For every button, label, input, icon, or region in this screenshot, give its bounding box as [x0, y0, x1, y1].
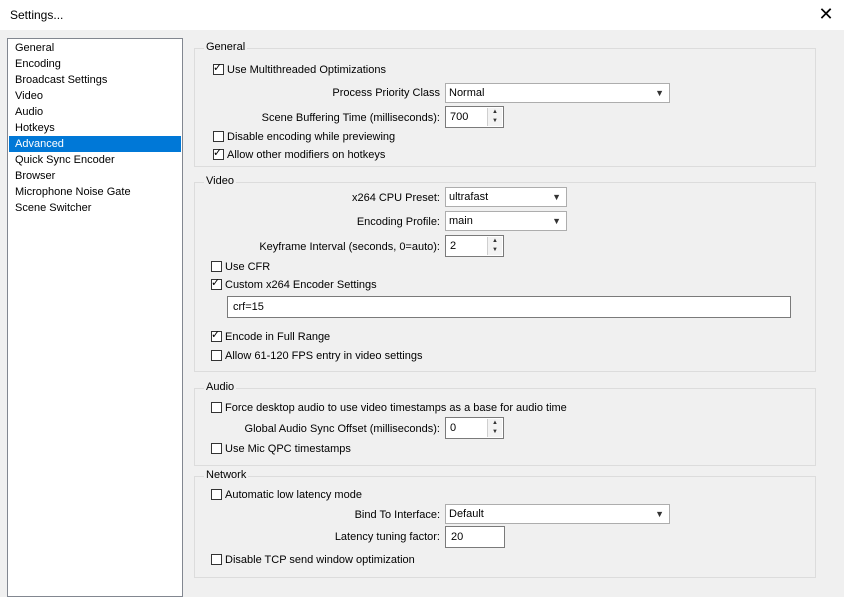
low-latency-checkbox[interactable]: Automatic low latency mode: [211, 488, 362, 502]
chevron-down-icon: ▼: [655, 88, 664, 98]
profile-select[interactable]: main ▼: [445, 211, 567, 231]
bind-interface-select[interactable]: Default ▼: [445, 504, 670, 524]
mic-qpc-label: Use Mic QPC timestamps: [225, 443, 351, 455]
sidebar-item-scene-switcher[interactable]: Scene Switcher: [9, 200, 181, 216]
preset-label: x264 CPU Preset:: [351, 192, 440, 204]
general-group: General ✓ Use Multithreaded Optimizations…: [194, 41, 816, 167]
checkbox-box: [213, 131, 224, 142]
network-group-label: Network: [204, 469, 249, 481]
checkmark-icon: ✓: [211, 329, 221, 341]
checkbox-box: [211, 350, 222, 361]
checkbox-box: [211, 402, 222, 413]
checkmark-icon: ✓: [213, 147, 223, 159]
profile-value: main: [449, 215, 473, 227]
sidebar-item-microphone-noise-gate[interactable]: Microphone Noise Gate: [9, 184, 181, 200]
checkmark-icon: ✓: [213, 62, 223, 74]
checkbox-box: ✓: [213, 62, 224, 75]
close-icon[interactable]: ✕: [812, 2, 840, 26]
arrow-up-icon[interactable]: ▲: [488, 108, 502, 117]
checkbox-box: [211, 443, 222, 454]
checkbox-box: [211, 261, 222, 272]
chevron-down-icon: ▼: [552, 216, 561, 226]
bind-interface-label: Bind To Interface:: [354, 509, 440, 521]
sidebar-item-broadcast-settings[interactable]: Broadcast Settings: [9, 72, 181, 88]
chevron-down-icon: ▼: [655, 509, 664, 519]
checkmark-icon: ✓: [211, 277, 221, 289]
latency-factor-input[interactable]: 20: [445, 526, 505, 548]
mic-qpc-checkbox[interactable]: Use Mic QPC timestamps: [211, 442, 351, 456]
arrow-down-icon[interactable]: ▼: [488, 428, 502, 437]
keyframe-spinner[interactable]: 2 ▲ ▼: [445, 235, 504, 257]
profile-label: Encoding Profile:: [356, 216, 440, 228]
custom-x264-value: crf=15: [233, 301, 264, 313]
title-bar: Settings... ✕: [0, 0, 844, 30]
disable-preview-checkbox[interactable]: Disable encoding while previewing: [213, 130, 395, 144]
bind-interface-value: Default: [449, 508, 484, 520]
use-cfr-checkbox[interactable]: Use CFR: [211, 260, 270, 274]
arrow-up-icon[interactable]: ▲: [488, 419, 502, 428]
checkbox-box: [211, 554, 222, 565]
audio-group-label: Audio: [204, 381, 237, 393]
disable-tcp-checkbox[interactable]: Disable TCP send window optimization: [211, 553, 415, 567]
video-group: Video x264 CPU Preset: ultrafast ▼ Encod…: [194, 175, 816, 372]
priority-select[interactable]: Normal ▼: [445, 83, 670, 103]
arrow-up-icon[interactable]: ▲: [488, 237, 502, 246]
buffering-label: Scene Buffering Time (milliseconds):: [261, 112, 440, 124]
network-group: Network Automatic low latency mode Bind …: [194, 469, 816, 578]
sync-offset-spinner[interactable]: 0 ▲ ▼: [445, 417, 504, 439]
arrow-down-icon[interactable]: ▼: [488, 246, 502, 255]
priority-value: Normal: [449, 87, 485, 99]
use-cfr-label: Use CFR: [225, 261, 271, 273]
sync-offset-value: 0: [450, 422, 457, 434]
low-latency-label: Automatic low latency mode: [225, 489, 362, 501]
window-title: Settings...: [10, 8, 64, 22]
checkbox-box: ✓: [213, 147, 224, 160]
latency-factor-value: 20: [451, 531, 464, 543]
checkbox-box: [211, 489, 222, 500]
latency-factor-label: Latency tuning factor:: [334, 531, 440, 543]
buffering-spinner[interactable]: 700 ▲ ▼: [445, 106, 504, 128]
allow-modifiers-label: Allow other modifiers on hotkeys: [227, 149, 386, 161]
full-range-label: Encode in Full Range: [225, 331, 331, 343]
multithreaded-label: Use Multithreaded Optimizations: [227, 64, 386, 76]
preset-select[interactable]: ultrafast ▼: [445, 187, 567, 207]
custom-x264-input[interactable]: crf=15: [227, 296, 791, 318]
sidebar-item-general[interactable]: General: [9, 40, 181, 56]
sidebar-item-quick-sync-encoder[interactable]: Quick Sync Encoder: [9, 152, 181, 168]
custom-x264-label: Custom x264 Encoder Settings: [225, 279, 377, 291]
sidebar-item-encoding[interactable]: Encoding: [9, 56, 181, 72]
video-group-label: Video: [204, 175, 236, 187]
allow-fps-label: Allow 61-120 FPS entry in video settings: [225, 350, 423, 362]
sidebar-item-hotkeys[interactable]: Hotkeys: [9, 120, 181, 136]
settings-sidebar: General Encoding Broadcast Settings Vide…: [7, 38, 183, 597]
priority-label: Process Priority Class: [332, 87, 440, 99]
checkbox-box: ✓: [211, 329, 222, 342]
disable-preview-label: Disable encoding while previewing: [227, 131, 396, 143]
audio-group: Audio Force desktop audio to use video t…: [194, 381, 816, 466]
force-desktop-checkbox[interactable]: Force desktop audio to use video timesta…: [211, 401, 567, 415]
sync-offset-label: Global Audio Sync Offset (milliseconds):: [244, 423, 440, 435]
sidebar-item-audio[interactable]: Audio: [9, 104, 181, 120]
force-desktop-label: Force desktop audio to use video timesta…: [225, 402, 567, 414]
checkbox-box: ✓: [211, 277, 222, 290]
multithreaded-checkbox[interactable]: ✓ Use Multithreaded Optimizations: [213, 62, 386, 77]
custom-x264-checkbox[interactable]: ✓ Custom x264 Encoder Settings: [211, 277, 377, 292]
allow-modifiers-checkbox[interactable]: ✓ Allow other modifiers on hotkeys: [213, 147, 386, 162]
sidebar-item-advanced[interactable]: Advanced: [9, 136, 181, 152]
allow-fps-checkbox[interactable]: Allow 61-120 FPS entry in video settings: [211, 349, 423, 363]
general-group-label: General: [204, 41, 248, 53]
buffering-value: 700: [450, 111, 469, 123]
preset-value: ultrafast: [449, 191, 489, 203]
sidebar-item-video[interactable]: Video: [9, 88, 181, 104]
disable-tcp-label: Disable TCP send window optimization: [225, 554, 415, 566]
sidebar-item-browser[interactable]: Browser: [9, 168, 181, 184]
chevron-down-icon: ▼: [552, 192, 561, 202]
arrow-down-icon[interactable]: ▼: [488, 117, 502, 126]
full-range-checkbox[interactable]: ✓ Encode in Full Range: [211, 329, 331, 344]
keyframe-value: 2: [450, 240, 457, 252]
keyframe-label: Keyframe Interval (seconds, 0=auto):: [259, 241, 440, 253]
